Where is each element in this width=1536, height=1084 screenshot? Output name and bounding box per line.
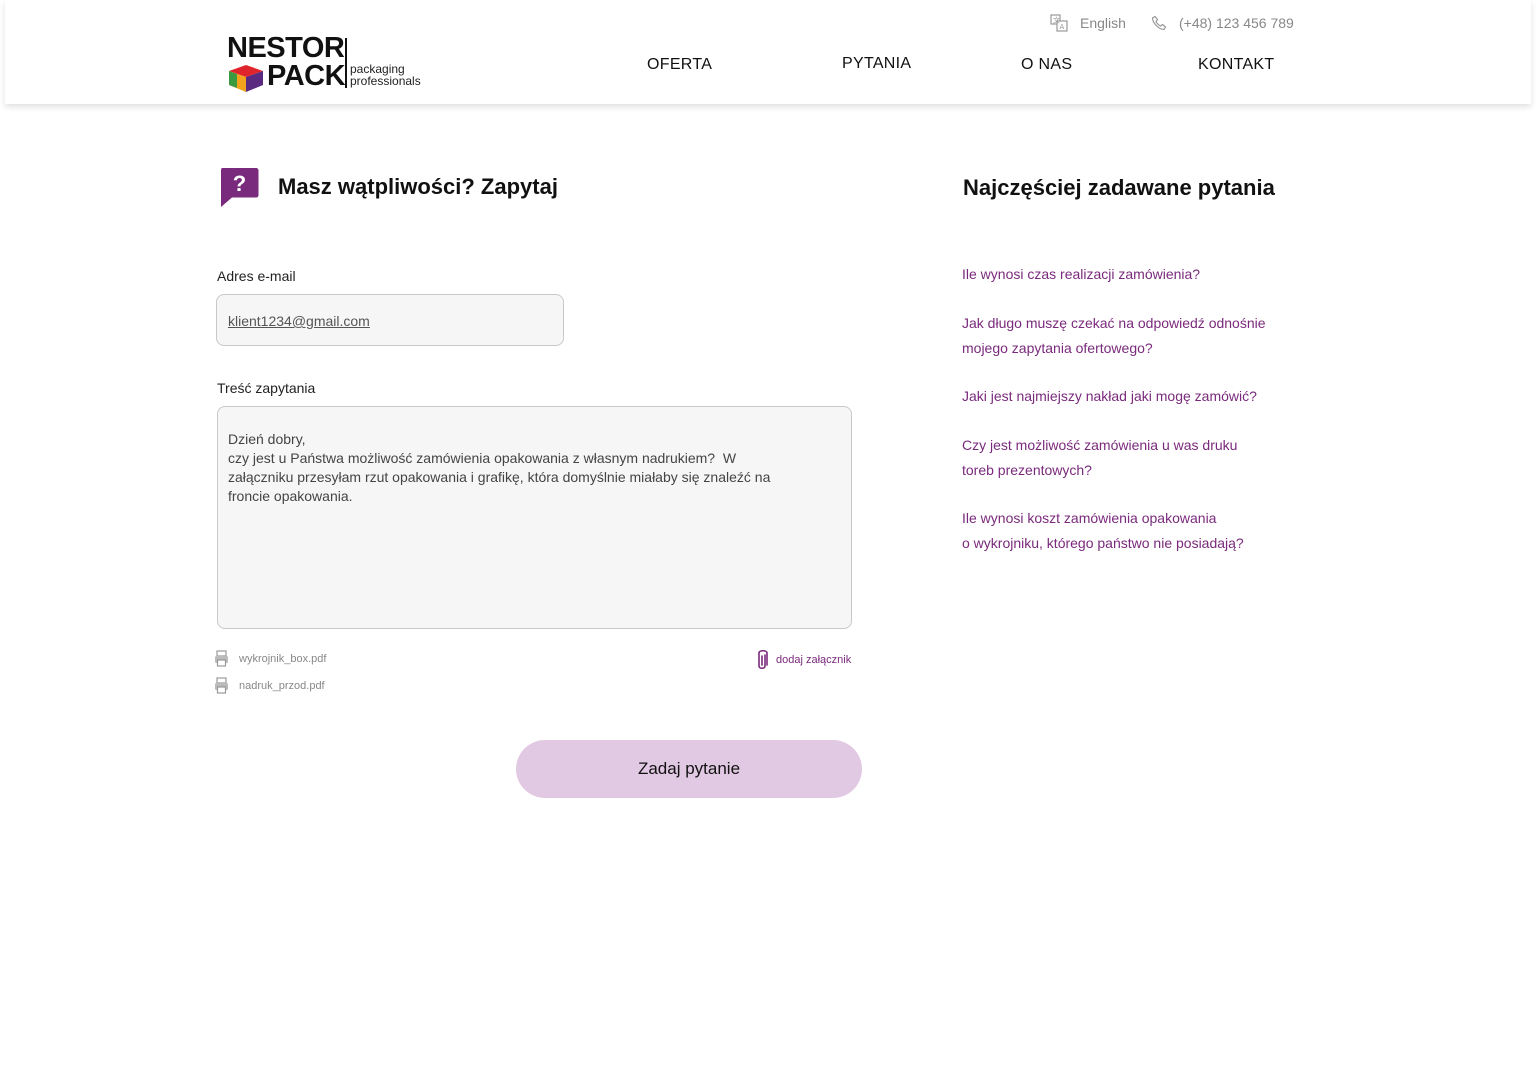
nav-pytania[interactable]: PYTANIA	[842, 55, 911, 73]
logo-word-nestor: NESTOR	[227, 32, 345, 64]
phone-contact[interactable]: (+48) 123 456 789	[1151, 13, 1294, 33]
faq-question-link[interactable]: Jaki jest najmiejszy nakład jaki mogę za…	[962, 384, 1292, 409]
faq-question-text: mojego zapytania ofertowego?	[962, 339, 1153, 356]
faq-question-text: Ile wynosi koszt zamówienia opakowania	[962, 510, 1217, 526]
printer-icon	[215, 650, 228, 667]
faq-question-text: Czy jest możliwość zamówienia u was druk…	[962, 437, 1238, 453]
email-field[interactable]: klient1234@gmail.com	[216, 294, 564, 346]
faq-question-text: Ile wynosi czas realizacji zamówienia?	[962, 266, 1201, 282]
question-bubble-icon: ?	[221, 168, 259, 207]
faq-question-link[interactable]: Czy jest możliwość zamówienia u was druk…	[962, 433, 1292, 482]
message-line: czy jest u Państwa możliwość zamówienia …	[228, 450, 737, 466]
faq-question-text: o wykrojniku, którego państwo nie posiad…	[962, 534, 1244, 551]
faq-question-text: Jaki jest najmiejszy nakład jaki mogę za…	[962, 388, 1257, 404]
message-line: załączniku przesyłam rzut opakowania i g…	[228, 469, 771, 485]
printer-icon	[215, 677, 228, 694]
attachment-name: nadruk_przod.pdf	[239, 679, 325, 692]
add-attachment-button[interactable]: dodaj załącznik	[754, 648, 851, 672]
svg-text:?: ?	[233, 171, 246, 196]
submit-question-button[interactable]: Zadaj pytanie	[516, 740, 862, 798]
phone-icon	[1151, 15, 1167, 31]
attachment-item[interactable]: wykrojnik_box.pdf	[214, 650, 326, 667]
email-label: Adres e-mail	[217, 268, 296, 284]
nav-o-nas[interactable]: O NAS	[1021, 56, 1072, 74]
faq-question-text: toreb prezentowych?	[962, 461, 1092, 478]
nav-kontakt[interactable]: KONTAKT	[1198, 56, 1274, 74]
svg-text:A: A	[1060, 23, 1065, 31]
attachment-item[interactable]: nadruk_przod.pdf	[214, 677, 325, 694]
faq-question-link[interactable]: Jak długo muszę czekać na odpowiedź odno…	[962, 311, 1292, 360]
cube-logo-icon	[229, 65, 263, 92]
logo-divider	[345, 38, 347, 88]
nestor-pack-logo[interactable]: NESTOR PACK packaging professionals	[223, 34, 423, 92]
paperclip-icon	[758, 649, 768, 670]
language-label: English	[1080, 15, 1126, 31]
site-header: NESTOR PACK packaging professionals 文 A …	[5, 0, 1531, 104]
message-textarea[interactable]: Dzień dobry, czy jest u Państwa możliwoś…	[217, 406, 852, 629]
faq-question-link[interactable]: Ile wynosi czas realizacji zamówienia?	[962, 262, 1292, 287]
message-label: Treść zapytania	[217, 380, 316, 396]
attachment-name: wykrojnik_box.pdf	[239, 652, 327, 665]
message-line: Dzień dobry,	[228, 431, 306, 447]
translate-icon: 文 A	[1050, 14, 1068, 32]
faq-title: Najczęściej zadawane pytania	[963, 175, 1275, 200]
phone-number: (+48) 123 456 789	[1179, 15, 1294, 31]
add-attachment-label: dodaj załącznik	[776, 654, 852, 666]
form-title: Masz wątpliwości? Zapytaj	[278, 174, 558, 199]
faq-question-link[interactable]: Ile wynosi koszt zamówienia opakowania o…	[962, 506, 1292, 555]
faq-question-text: Jak długo muszę czekać na odpowiedź odno…	[962, 315, 1266, 331]
logo-word-pack: PACK	[267, 60, 346, 92]
logo-tagline-2: professionals	[350, 74, 421, 88]
nav-oferta[interactable]: OFERTA	[647, 56, 712, 74]
message-line: froncie opakowania.	[228, 488, 353, 504]
language-switch[interactable]: 文 A English	[1050, 13, 1126, 33]
